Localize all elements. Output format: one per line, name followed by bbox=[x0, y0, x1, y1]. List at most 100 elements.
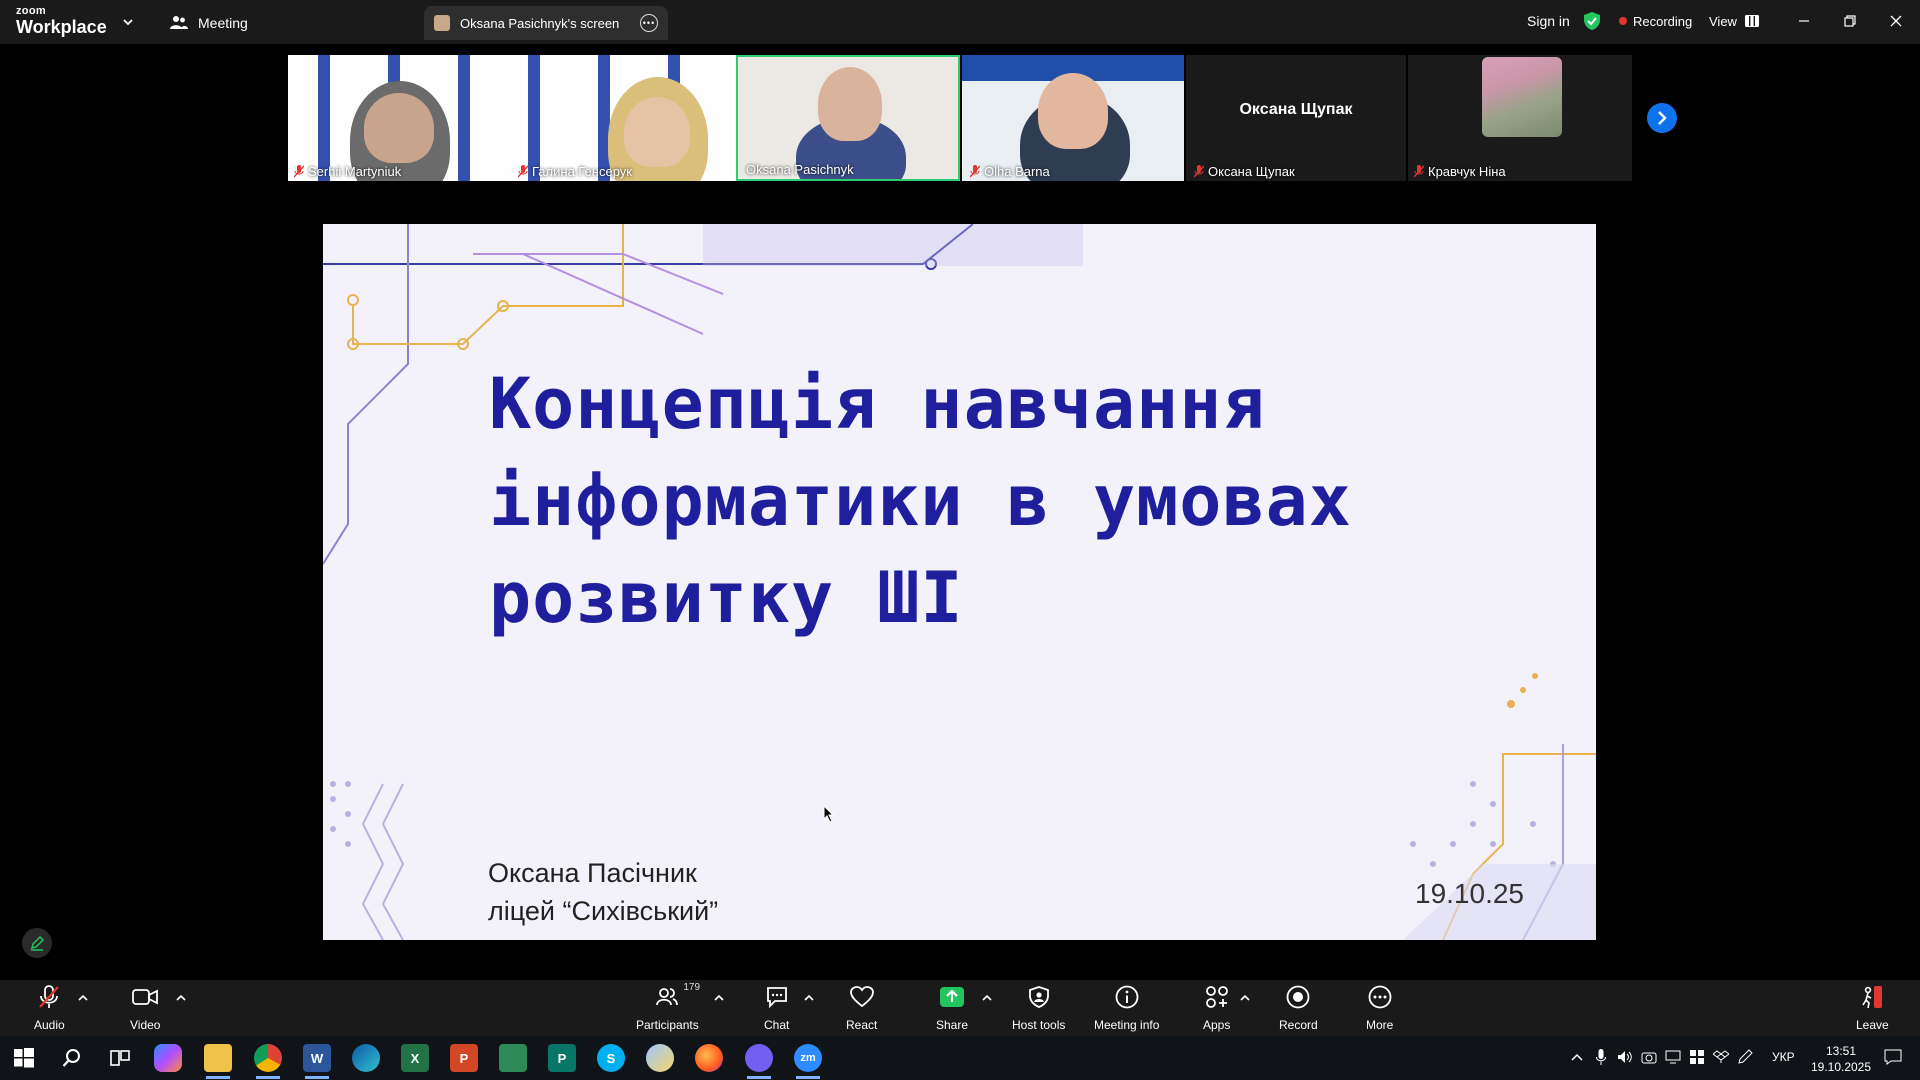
share-label: Share bbox=[936, 1018, 969, 1032]
chevron-up-icon[interactable] bbox=[714, 994, 724, 1002]
participant-face bbox=[818, 67, 882, 141]
avatar bbox=[434, 15, 450, 31]
audio-button[interactable]: Audio bbox=[34, 984, 65, 1034]
participant-display-name: Оксана Щупак bbox=[1239, 101, 1353, 118]
annotate-button[interactable] bbox=[22, 928, 52, 958]
viber-icon[interactable] bbox=[745, 1044, 773, 1079]
zoom-icon[interactable]: zm bbox=[794, 1044, 822, 1079]
people-icon bbox=[170, 16, 188, 29]
participant-name-tag: Olha Barna bbox=[970, 164, 1050, 179]
participant-tile[interactable]: Olha Barna bbox=[962, 55, 1184, 181]
next-page-button[interactable] bbox=[1647, 103, 1677, 133]
powerpoint-icon[interactable]: P bbox=[450, 1044, 478, 1072]
skype-icon[interactable]: S bbox=[597, 1044, 625, 1072]
share-button[interactable]: Share bbox=[936, 984, 968, 1034]
language-indicator[interactable]: УКР bbox=[1772, 1050, 1795, 1064]
system-clock[interactable]: 13:51 19.10.2025 bbox=[1806, 1043, 1876, 1075]
access-icon[interactable] bbox=[499, 1044, 527, 1072]
info-icon bbox=[1115, 985, 1139, 1009]
participant-name: Oksana Pasichnyk bbox=[746, 162, 854, 177]
dropbox-icon[interactable] bbox=[1712, 1048, 1730, 1066]
chevron-down-icon[interactable] bbox=[122, 16, 134, 28]
slide-school: ліцей “Сихівський” bbox=[488, 896, 719, 926]
more-button[interactable]: More bbox=[1366, 984, 1393, 1034]
slide-title-line: інформатики в умовах bbox=[489, 460, 1352, 542]
participant-name: Olha Barna bbox=[984, 164, 1050, 179]
copilot-icon[interactable] bbox=[154, 1044, 182, 1072]
word-icon[interactable]: W bbox=[303, 1044, 331, 1079]
slide-author-block: Оксана Пасічник ліцей “Сихівський” bbox=[488, 854, 718, 930]
participant-tile-group[interactable]: Serhii Martyniuk Галина Генсерук bbox=[288, 55, 736, 181]
host-shield-icon bbox=[1028, 986, 1049, 1008]
chevron-up-icon[interactable] bbox=[804, 994, 814, 1002]
chevron-up-icon[interactable] bbox=[982, 994, 992, 1002]
participant-name-tag: Кравчук Ніна bbox=[1414, 164, 1506, 179]
participants-label: Participants bbox=[636, 1018, 699, 1032]
more-options-icon[interactable]: ••• bbox=[640, 14, 658, 32]
mic-off-icon bbox=[518, 165, 528, 178]
microphone-icon[interactable] bbox=[1592, 1048, 1610, 1066]
task-view-icon[interactable] bbox=[106, 1044, 134, 1072]
close-button[interactable] bbox=[1882, 8, 1910, 34]
profile-picture bbox=[1482, 57, 1562, 137]
participants-button[interactable]: 179 Participants bbox=[636, 982, 700, 1034]
mouse-cursor-icon bbox=[823, 805, 835, 823]
participant-tile[interactable]: Оксана Щупак Оксана Щупак bbox=[1186, 55, 1406, 181]
presentation-slide: Концепція навчання інформатики в умовах … bbox=[323, 224, 1596, 940]
mic-off-icon bbox=[39, 985, 60, 1008]
chat-button[interactable]: Chat bbox=[764, 984, 789, 1034]
edge-icon[interactable] bbox=[352, 1044, 380, 1072]
recording-indicator[interactable]: Recording bbox=[1619, 10, 1692, 32]
chevron-up-icon[interactable] bbox=[1568, 1048, 1586, 1066]
heart-icon bbox=[849, 986, 874, 1008]
video-button[interactable]: Video bbox=[130, 984, 160, 1034]
display-icon[interactable] bbox=[1664, 1048, 1682, 1066]
slide-date: 19.10.25 bbox=[1415, 878, 1524, 909]
sign-in-button[interactable]: Sign in bbox=[1527, 10, 1570, 32]
start-icon[interactable] bbox=[10, 1044, 38, 1072]
react-button[interactable]: React bbox=[846, 984, 877, 1034]
participant-name: Оксана Щупак bbox=[1208, 164, 1295, 179]
apps-button[interactable]: Apps bbox=[1203, 984, 1230, 1034]
search-icon[interactable] bbox=[58, 1044, 86, 1072]
view-button[interactable]: View bbox=[1709, 10, 1759, 32]
shield-check-icon[interactable] bbox=[1583, 10, 1601, 32]
shared-screen-tab-label: Oksana Pasichnyk's screen bbox=[460, 15, 620, 31]
meeting-toolbar: Audio Video 179 Participants Chat React … bbox=[0, 980, 1920, 1036]
firefox-icon[interactable] bbox=[695, 1044, 723, 1072]
chrome-icon[interactable] bbox=[254, 1044, 282, 1079]
zoom-workplace-logo[interactable]: zoom Workplace bbox=[16, 6, 107, 37]
leave-door-icon bbox=[1862, 986, 1883, 1009]
share-screen-icon bbox=[940, 987, 965, 1007]
chevron-up-icon[interactable] bbox=[176, 994, 186, 1002]
excel-icon[interactable]: X bbox=[401, 1044, 429, 1072]
volume-icon[interactable] bbox=[1616, 1048, 1634, 1066]
clock-date: 19.10.2025 bbox=[1810, 1060, 1872, 1074]
notification-icon[interactable] bbox=[1884, 1048, 1902, 1066]
camera-tray-icon[interactable] bbox=[1640, 1048, 1658, 1066]
minimize-button[interactable] bbox=[1790, 8, 1818, 34]
participant-tile[interactable]: Кравчук Ніна bbox=[1408, 55, 1632, 181]
participant-tile-active-speaker[interactable]: Oksana Pasichnyk bbox=[736, 55, 960, 181]
shared-screen-tab[interactable]: Oksana Pasichnyk's screen ••• bbox=[424, 6, 668, 40]
chevron-up-icon[interactable] bbox=[1240, 994, 1250, 1002]
publisher-icon[interactable]: P bbox=[548, 1044, 576, 1072]
record-button[interactable]: Record bbox=[1279, 984, 1318, 1034]
view-label: View bbox=[1709, 13, 1737, 29]
more-icon bbox=[1368, 985, 1392, 1009]
meeting-tab[interactable]: Meeting bbox=[170, 12, 248, 34]
pen-tray-icon[interactable] bbox=[1736, 1048, 1754, 1066]
apps-label: Apps bbox=[1203, 1018, 1231, 1032]
restore-button[interactable] bbox=[1836, 8, 1864, 34]
meeting-info-button[interactable]: Meeting info bbox=[1094, 984, 1159, 1034]
file-explorer-icon[interactable] bbox=[204, 1044, 232, 1079]
security-icon[interactable] bbox=[1688, 1048, 1706, 1066]
paint-icon[interactable] bbox=[646, 1044, 674, 1072]
react-label: React bbox=[846, 1018, 878, 1032]
mic-off-icon bbox=[970, 165, 980, 178]
shared-screen-area: Концепція навчання інформатики в умовах … bbox=[0, 184, 1920, 980]
record-label: Record bbox=[1279, 1018, 1318, 1032]
chevron-up-icon[interactable] bbox=[78, 994, 88, 1002]
leave-button[interactable]: Leave bbox=[1856, 984, 1889, 1034]
host-tools-button[interactable]: Host tools bbox=[1012, 984, 1065, 1034]
